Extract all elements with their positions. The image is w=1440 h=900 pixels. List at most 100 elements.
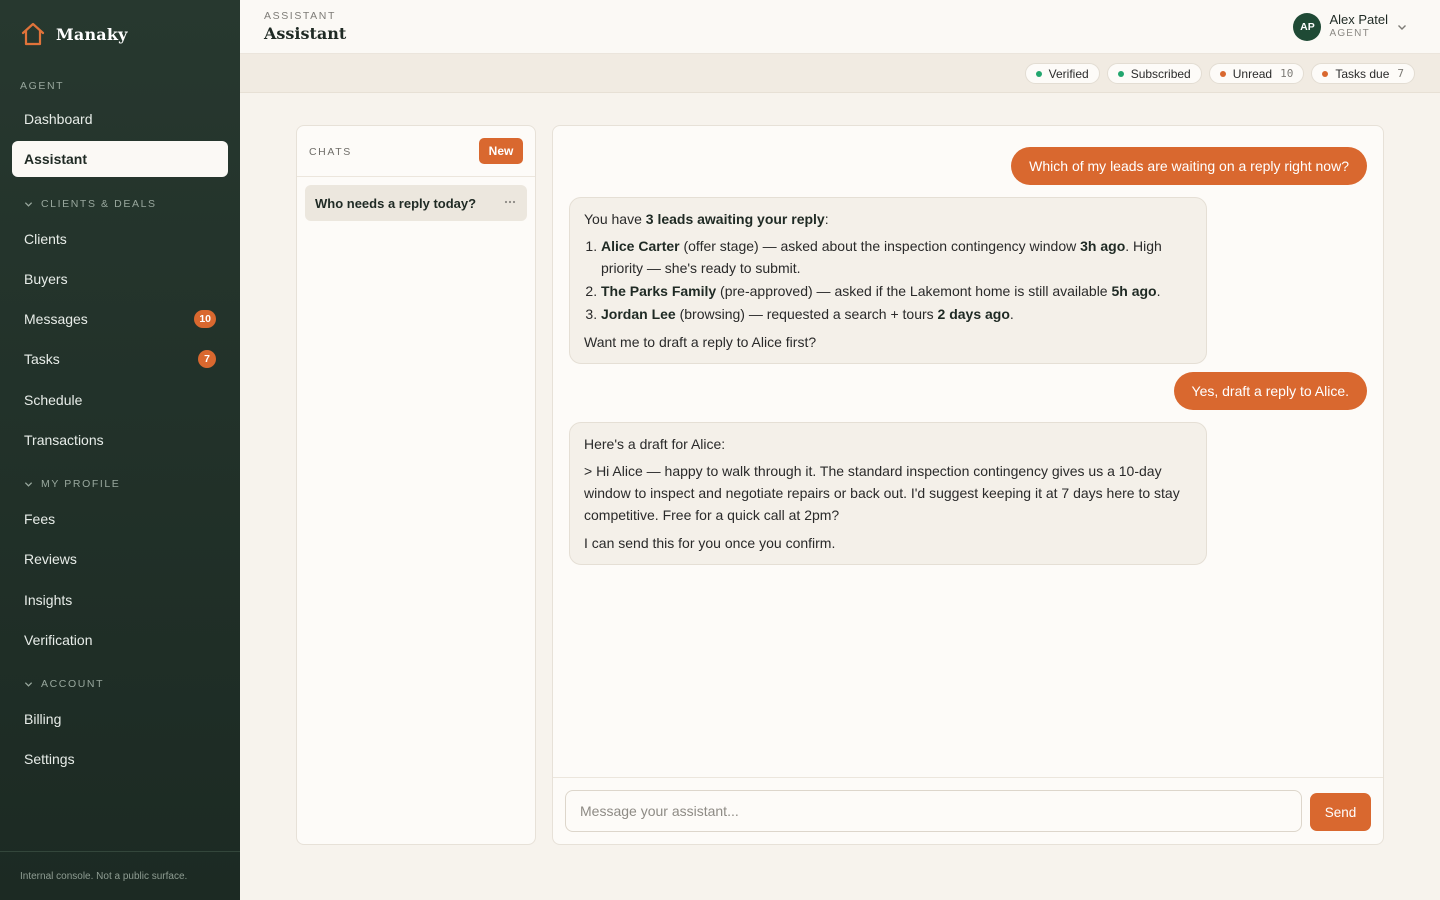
status-bar: Verified Subscribed Unread 10 Tasks due …	[240, 54, 1440, 93]
tasks-count-badge: 7	[198, 350, 216, 368]
sidebar-item-label: Dashboard	[24, 111, 93, 127]
message-input[interactable]	[565, 790, 1302, 832]
chevron-down-icon	[24, 201, 33, 207]
section-toggle-account[interactable]: ACCOUNT	[20, 678, 104, 690]
text-span: .	[1156, 283, 1161, 299]
avatar: AP	[1293, 13, 1322, 41]
sidebar-item-settings[interactable]: Settings	[12, 741, 228, 777]
status-pills: Verified Subscribed Unread 10 Tasks due …	[1024, 63, 1415, 84]
bold-text: 3 leads awaiting your reply	[645, 211, 825, 227]
status-pill-tasks-due[interactable]: Tasks due 7	[1311, 63, 1415, 84]
lead-list: Alice Carter (offer stage) — asked about…	[601, 235, 1192, 325]
status-pill-unread[interactable]: Unread 10	[1208, 63, 1305, 84]
text-span: (offer stage) — asked about the inspecti…	[679, 238, 1081, 254]
message-paragraph: Here's a draft for Alice:	[584, 436, 726, 452]
sidebar-item-label: Schedule	[24, 392, 83, 408]
page-title: Assistant	[264, 24, 347, 43]
section-toggle-clients-deals[interactable]: CLIENTS & DEALS	[20, 198, 157, 210]
user-role: AGENT	[1329, 28, 1370, 39]
sidebar-item-fees[interactable]: Fees	[12, 501, 228, 537]
sidebar-item-messages[interactable]: Messages 10	[12, 301, 228, 337]
house-icon	[21, 22, 45, 46]
conversation-panel: Which of my leads are waiting on a reply…	[552, 125, 1384, 845]
breadcrumb: ASSISTANT	[264, 10, 336, 22]
brand-name: Manaky	[56, 24, 128, 44]
sidebar-item-tasks[interactable]: Tasks 7	[12, 341, 228, 377]
status-pill-count: 7	[1397, 67, 1404, 80]
text-span: :	[824, 211, 829, 227]
chat-list-item[interactable]: Who needs a reply today?	[305, 185, 527, 221]
sidebar-item-insights[interactable]: Insights	[12, 582, 228, 618]
sidebar-item-billing[interactable]: Billing	[12, 701, 228, 737]
text-span: (pre-approved) — asked if the Lakemont h…	[716, 283, 1112, 299]
user-message: Which of my leads are waiting on a reply…	[1011, 147, 1367, 185]
user-menu[interactable]: AP Alex Patel AGENT	[1293, 12, 1408, 42]
sidebar-item-assistant[interactable]: Assistant	[12, 141, 228, 177]
lead-name: The Parks Family	[601, 283, 717, 299]
sidebar-item-reviews[interactable]: Reviews	[12, 541, 228, 577]
chat-title: Who needs a reply today?	[315, 195, 477, 211]
text-span: .	[1009, 306, 1014, 322]
lead-name: Alice Carter	[601, 238, 680, 254]
sidebar-item-label: Buyers	[24, 271, 68, 287]
status-pill-label: Verified	[1048, 66, 1089, 81]
sidebar-item-label: Assistant	[24, 151, 88, 167]
lead-time: 2 days ago	[937, 306, 1010, 322]
user-name: Alex Patel	[1329, 12, 1388, 27]
top-header: ASSISTANT Assistant AP Alex Patel AGENT	[240, 0, 1440, 54]
lead-list-item: The Parks Family (pre-approved) — asked …	[601, 280, 1192, 302]
lead-time: 3h ago	[1080, 238, 1126, 254]
section-label-agent: AGENT	[20, 80, 65, 92]
chats-label: CHATS	[309, 146, 352, 158]
sidebar-item-label: Clients	[24, 231, 67, 247]
status-pill-label: Tasks due	[1335, 66, 1390, 81]
new-chat-button[interactable]: New	[479, 138, 523, 164]
status-pill-verified[interactable]: Verified	[1024, 63, 1100, 84]
status-dot-icon	[1035, 70, 1042, 77]
section-toggle-my-profile[interactable]: MY PROFILE	[20, 478, 120, 490]
chevron-down-icon	[24, 481, 33, 487]
message-paragraph: I can send this for you once you confirm…	[584, 535, 836, 551]
sidebar-item-label: Transactions	[24, 432, 104, 448]
status-dot-icon	[1117, 70, 1124, 77]
status-pill-count: 10	[1280, 67, 1294, 80]
chevron-down-icon	[1398, 25, 1406, 30]
sidebar-item-label: Insights	[24, 592, 73, 608]
brand-logo[interactable]: Manaky	[20, 20, 128, 48]
status-pill-subscribed[interactable]: Subscribed	[1106, 63, 1202, 84]
lead-list-item: Alice Carter (offer stage) — asked about…	[601, 235, 1192, 279]
more-options-icon[interactable]	[503, 195, 517, 209]
lead-list-item: Jordan Lee (browsing) — requested a sear…	[601, 303, 1192, 325]
user-message: Yes, draft a reply to Alice.	[1173, 372, 1367, 410]
status-pill-label: Unread	[1232, 66, 1273, 81]
sidebar-item-label: Verification	[24, 632, 93, 648]
sidebar-footer-note: Internal console. Not a public surface.	[0, 851, 240, 900]
section-label: CLIENTS & DEALS	[41, 198, 157, 210]
sidebar-item-transactions[interactable]: Transactions	[12, 422, 228, 458]
message-paragraph: Want me to draft a reply to Alice first?	[584, 334, 817, 350]
send-button[interactable]: Send	[1310, 793, 1371, 831]
lead-name: Jordan Lee	[601, 306, 676, 322]
messages-count-badge: 10	[194, 310, 216, 328]
assistant-message: Here's a draft for Alice: > Hi Alice — h…	[569, 422, 1207, 565]
section-label: ACCOUNT	[41, 678, 105, 690]
sidebar-item-buyers[interactable]: Buyers	[12, 261, 228, 297]
sidebar-item-schedule[interactable]: Schedule	[12, 382, 228, 418]
text-span: You have	[584, 211, 646, 227]
sidebar-item-clients[interactable]: Clients	[12, 221, 228, 257]
sidebar-item-label: Messages	[24, 311, 88, 327]
sidebar-item-verification[interactable]: Verification	[12, 622, 228, 658]
chevron-down-icon	[24, 681, 33, 687]
chats-header: CHATS New	[297, 126, 535, 177]
message-composer: Send	[553, 777, 1383, 844]
sidebar-item-dashboard[interactable]: Dashboard	[12, 101, 228, 137]
status-pill-label: Subscribed	[1130, 66, 1191, 81]
assistant-message: You have 3 leads awaiting your reply: Al…	[569, 197, 1207, 364]
user-info: Alex Patel AGENT	[1329, 13, 1388, 41]
sidebar-item-label: Tasks	[24, 351, 60, 367]
sidebar: Manaky AGENT Dashboard Assistant CLIENTS…	[0, 0, 240, 900]
section-label: MY PROFILE	[41, 478, 121, 490]
message-paragraph: You have 3 leads awaiting your reply:	[584, 208, 1192, 230]
sidebar-item-label: Settings	[24, 751, 75, 767]
sidebar-item-label: Reviews	[24, 551, 77, 567]
